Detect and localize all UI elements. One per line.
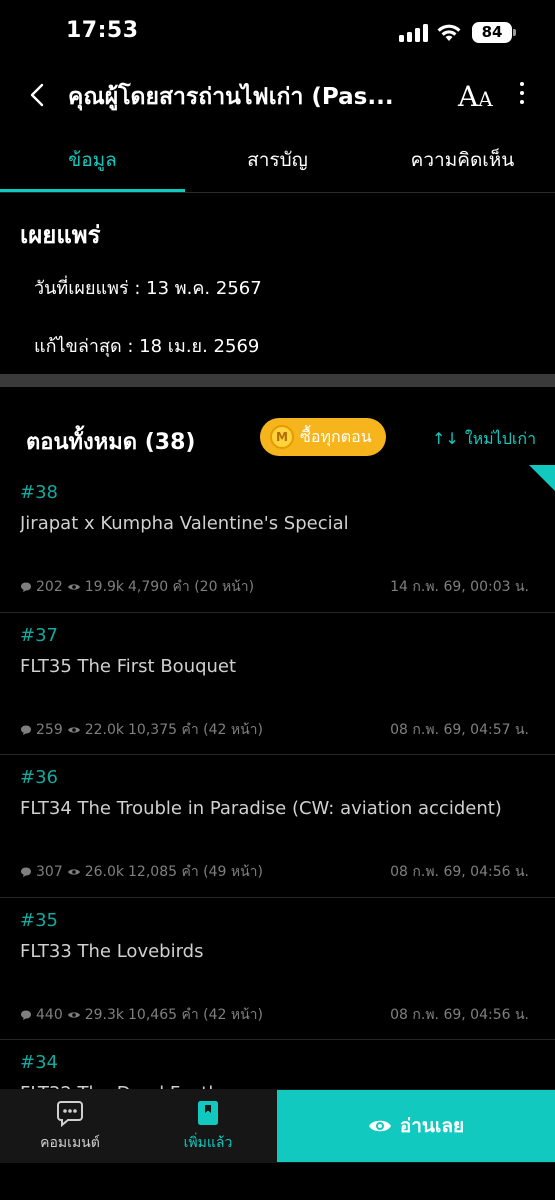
last-edited-date: แก้ไขล่าสุด : 18 เม.ย. 2569 [34,336,260,357]
word-count: 12,085 คำ (49 หน้า) [128,864,263,880]
comment-count: 440 [36,1006,63,1023]
sort-toggle[interactable]: ↑↓ ใหม่ไปเก่า [432,427,536,452]
comment-count: 202 [36,579,63,595]
view-count: 29.3k [84,1006,125,1023]
episode-number: #34 [20,1052,58,1073]
word-count: 10,375 คำ (42 หน้า) [128,721,263,738]
comment-count: 307 [36,864,63,880]
episode-list: #38 Jirapat x Kumpha Valentine's Special… [0,470,555,1183]
word-count: 10,465 คำ (42 หน้า) [128,1006,263,1023]
episode-date: 08 ก.พ. 69, 04:57 น. [390,721,529,738]
comment-icon [21,867,31,877]
episode-title: Jirapat x Kumpha Valentine's Special [20,513,349,534]
sort-label: ใหม่ไปเก่า [464,429,537,448]
more-icon[interactable] [512,82,532,112]
font-size-big-letter: A [458,80,479,113]
episode-number: #38 [20,482,58,503]
episode-item[interactable]: #37 FLT35 The First Bouquet 259 22.0k 10… [0,613,555,755]
battery-indicator: 84 [472,22,512,43]
comment-count: 259 [36,721,63,738]
episode-item[interactable]: #36 FLT34 The Trouble in Paradise (CW: a… [0,755,555,898]
buy-all-button[interactable]: M ซื้อทุกตอน [260,418,386,456]
tab-comments[interactable]: ความคิดเห็น [370,140,555,193]
home-indicator-area [0,1163,555,1200]
episode-title: FLT35 The First Bouquet [20,655,237,677]
wifi-icon [437,24,461,41]
episode-number: #35 [20,909,58,931]
read-now-label: อ่านเลย [399,1115,465,1137]
episode-item[interactable]: #38 Jirapat x Kumpha Valentine's Special… [0,470,555,613]
comment-icon [21,725,31,735]
word-count: 4,790 คำ (20 หน้า) [128,579,255,595]
status-time: 17:53 [66,18,139,43]
app-bar: คุณผู้โดยสารถ่านไฟเก่า (Pas... AA [0,66,555,126]
tab-info[interactable]: ข้อมูล [0,140,185,193]
episode-meta: 440 29.3k 10,465 คำ (42 หน้า) [20,1004,263,1026]
section-divider [0,374,555,387]
comment-button-label: คอมเมนต์ [40,1135,100,1151]
eye-icon [67,584,80,590]
tab-indicator [0,189,185,192]
published-date: วันที่เผยแพร่ : 13 พ.ค. 2567 [34,278,262,299]
episodes-header: ตอนทั้งหมด (38) M ซื้อทุกตอน ↑↓ ใหม่ไปเก่… [0,400,555,470]
coin-icon: M [270,425,294,449]
comment-icon [21,1010,31,1020]
comment-icon [21,582,31,592]
episode-date: 14 ก.พ. 69, 00:03 น. [390,579,529,595]
view-count: 22.0k [84,721,125,738]
eye-icon [368,1120,391,1132]
status-bar: 17:53 84 [0,0,555,66]
sort-icon: ↑↓ [432,429,459,448]
publish-section: เผยแพร่ วันที่เผยแพร่ : 13 พ.ค. 2567 แก้… [0,193,555,374]
episodes-count-title: ตอนทั้งหมด (38) [26,430,196,455]
read-now-button[interactable]: อ่านเลย [277,1090,555,1162]
publish-heading: เผยแพร่ [20,221,101,249]
comment-button[interactable]: คอมเมนต์ [0,1089,140,1163]
episode-number: #37 [20,624,58,646]
cellular-signal-icon [399,24,428,42]
episode-number: #36 [20,767,58,788]
episode-date: 08 ก.พ. 69, 04:56 น. [390,1006,529,1023]
font-size-small-letter: A [478,87,493,111]
view-count: 19.9k [84,579,125,595]
bookmark-icon [198,1101,218,1125]
eye-icon [67,726,80,733]
episode-title: FLT33 The Lovebirds [20,940,204,962]
episode-date: 08 ก.พ. 69, 04:56 น. [390,864,529,880]
added-to-shelf-label: เพิ่มแล้ว [183,1135,233,1151]
episode-meta: 307 26.0k 12,085 คำ (49 หน้า) [20,861,263,883]
eye-icon [67,869,80,875]
episode-title: FLT34 The Trouble in Paradise (CW: aviat… [20,798,502,819]
tab-contents[interactable]: สารบัญ [185,140,370,193]
view-count: 26.0k [84,864,125,880]
comment-icon [57,1101,83,1127]
story-title: คุณผู้โดยสารถ่านไฟเก่า (Pas... [68,84,394,110]
battery-tip [513,29,516,36]
tab-bar: ข้อมูล สารบัญ ความคิดเห็น [0,140,555,193]
episode-meta: 259 22.0k 10,375 คำ (42 หน้า) [20,719,263,741]
back-icon[interactable] [24,80,52,110]
episode-item[interactable]: #35 FLT33 The Lovebirds 440 29.3k 10,465… [0,898,555,1040]
added-to-shelf-button[interactable]: เพิ่มแล้ว [138,1089,278,1163]
buy-all-label: ซื้อทุกตอน [300,426,372,446]
episode-meta: 202 19.9k 4,790 คำ (20 หน้า) [20,576,254,598]
font-size-icon[interactable]: AA [458,80,493,113]
eye-icon [67,1011,80,1018]
